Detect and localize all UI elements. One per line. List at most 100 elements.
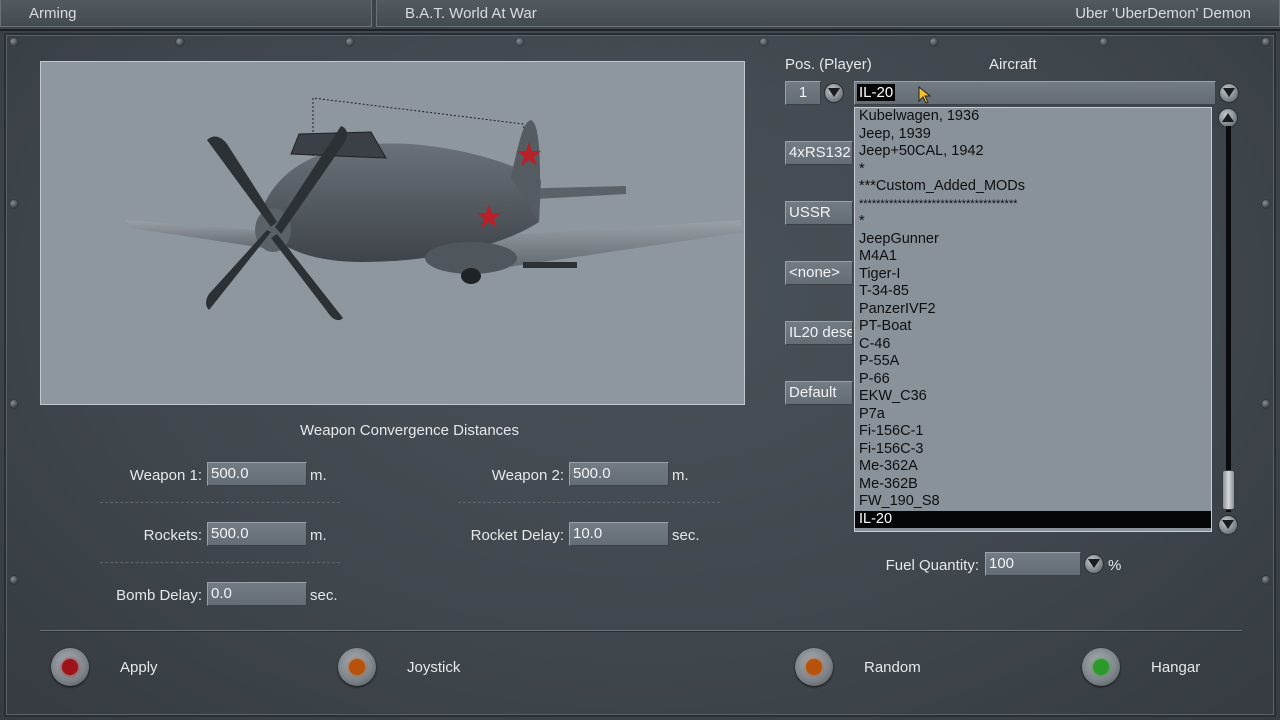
chevron-down-icon — [1088, 559, 1100, 568]
player-name: Uber 'UberDemon' Demon — [1075, 5, 1251, 22]
list-item[interactable]: P7a — [855, 406, 1211, 424]
rockets-unit: m. — [310, 527, 327, 544]
joystick-button[interactable] — [338, 648, 376, 686]
hangar-button[interactable] — [1082, 648, 1120, 686]
rivet-icon — [930, 38, 938, 46]
fuel-dropdown-button[interactable] — [1084, 554, 1104, 574]
country-field[interactable]: USSR — [785, 201, 853, 225]
arming-screen: Arming B.A.T. World At War Uber 'UberDem… — [0, 0, 1280, 720]
aircraft-dropdown-button[interactable] — [1219, 83, 1239, 103]
scroll-thumb[interactable] — [1222, 470, 1235, 510]
aircraft-preview — [40, 61, 745, 405]
list-item[interactable]: Me-362B — [855, 476, 1211, 494]
list-item[interactable]: FW_190_S8 — [855, 493, 1211, 511]
list-item[interactable]: T-34-85 — [855, 283, 1211, 301]
rockets-label: Rockets: — [143, 527, 202, 544]
list-item[interactable]: PT-Boat — [855, 318, 1211, 336]
aircraft-model-image — [126, 97, 744, 321]
chevron-down-icon — [1223, 88, 1235, 97]
bomb-delay-unit: sec. — [310, 587, 338, 604]
position-dropdown-button[interactable] — [824, 83, 844, 103]
list-item-selected[interactable]: IL-20 — [855, 510, 1211, 528]
rivet-icon — [10, 38, 18, 46]
aircraft-select[interactable]: IL-20 — [854, 81, 1216, 105]
position-field[interactable]: 1 — [785, 81, 821, 105]
rivet-icon — [176, 38, 184, 46]
list-item[interactable]: Kubelwagen, 1936 — [855, 108, 1211, 126]
game-title: B.A.T. World At War — [405, 5, 537, 22]
rivet-icon — [516, 38, 524, 46]
skin-field[interactable]: IL20 dese — [785, 321, 853, 345]
list-item[interactable]: ************************************* — [855, 196, 1211, 214]
chevron-down-icon — [1222, 520, 1234, 529]
list-item[interactable]: JeepGunner — [855, 231, 1211, 249]
loadout-field[interactable]: 4xRS132 — [785, 141, 853, 165]
list-item[interactable]: * — [855, 213, 1211, 231]
rivet-icon — [10, 576, 18, 584]
chevron-down-icon — [828, 88, 840, 97]
apply-label[interactable]: Apply — [120, 659, 158, 676]
aircraft-dropdown-list[interactable]: Kubelwagen, 1936 Jeep, 1939 Jeep+50CAL, … — [854, 107, 1212, 532]
scroll-down-button[interactable] — [1218, 515, 1238, 535]
rivet-icon — [1262, 200, 1270, 208]
list-item[interactable]: Fi-156C-3 — [855, 441, 1211, 459]
rivet-icon — [10, 200, 18, 208]
list-item[interactable]: Me-362A — [855, 458, 1211, 476]
convergence-title: Weapon Convergence Distances — [300, 422, 520, 439]
title-bar-main: B.A.T. World At War Uber 'UberDemon' Dem… — [376, 0, 1280, 27]
joystick-label[interactable]: Joystick — [407, 659, 460, 676]
bomb-delay-label: Bomb Delay: — [116, 587, 202, 604]
list-item[interactable]: M4A1 — [855, 248, 1211, 266]
list-item[interactable]: EKW_C36 — [855, 388, 1211, 406]
weapon1-unit: m. — [310, 467, 327, 484]
list-scrollbar[interactable] — [1218, 108, 1238, 535]
list-item[interactable]: PanzerIVF2 — [855, 301, 1211, 319]
list-item[interactable]: Jeep+50CAL, 1942 — [855, 143, 1211, 161]
rivet-icon — [1262, 38, 1270, 46]
fuel-label: Fuel Quantity: — [885, 557, 979, 574]
divider — [458, 502, 720, 503]
rivet-icon — [346, 38, 354, 46]
random-label[interactable]: Random — [864, 659, 921, 676]
rockets-input[interactable]: 500.0 — [207, 522, 307, 546]
bomb-delay-input[interactable]: 0.0 — [207, 582, 307, 606]
mouse-cursor-icon — [918, 86, 932, 104]
hangar-label[interactable]: Hangar — [1151, 659, 1200, 676]
chevron-up-icon — [1222, 113, 1234, 122]
rivet-icon — [10, 400, 18, 408]
rivet-icon — [1100, 38, 1108, 46]
list-item[interactable]: P-66 — [855, 371, 1211, 389]
rocket-delay-input[interactable]: 10.0 — [569, 522, 669, 546]
rocket-delay-unit: sec. — [672, 527, 700, 544]
rivet-icon — [1262, 576, 1270, 584]
aircraft-select-value: IL-20 — [857, 84, 896, 101]
scroll-rail — [1226, 126, 1231, 512]
scroll-up-button[interactable] — [1218, 108, 1238, 128]
weapon2-label: Weapon 2: — [491, 467, 564, 484]
title-bar: Arming B.A.T. World At War Uber 'UberDem… — [0, 0, 1280, 31]
bottom-divider — [40, 630, 1242, 632]
weapon2-unit: m. — [672, 467, 689, 484]
fuel-unit: % — [1108, 557, 1122, 574]
apply-button[interactable] — [51, 648, 89, 686]
list-item[interactable]: * — [855, 161, 1211, 179]
squadron-field[interactable]: <none> — [785, 261, 853, 285]
rocket-delay-label: Rocket Delay: — [470, 527, 564, 544]
markings-field[interactable]: Default — [785, 381, 853, 405]
fuel-input[interactable]: 100 — [985, 552, 1081, 576]
random-button[interactable] — [795, 648, 833, 686]
weapon1-label: Weapon 1: — [129, 467, 202, 484]
list-item[interactable]: Fi-156C-1 — [855, 423, 1211, 441]
weapon2-input[interactable]: 500.0 — [569, 462, 669, 486]
list-item[interactable]: Jeep, 1939 — [855, 126, 1211, 144]
aircraft-label: Aircraft — [989, 56, 1037, 73]
list-item[interactable]: Tiger-I — [855, 266, 1211, 284]
divider — [100, 502, 340, 503]
pos-player-label: Pos. (Player) — [785, 56, 872, 73]
list-item[interactable]: C-46 — [855, 336, 1211, 354]
list-item[interactable]: ***Custom_Added_MODs — [855, 178, 1211, 196]
list-item[interactable]: P-55A — [855, 353, 1211, 371]
rivet-icon — [760, 38, 768, 46]
divider — [100, 562, 340, 563]
weapon1-input[interactable]: 500.0 — [207, 462, 307, 486]
